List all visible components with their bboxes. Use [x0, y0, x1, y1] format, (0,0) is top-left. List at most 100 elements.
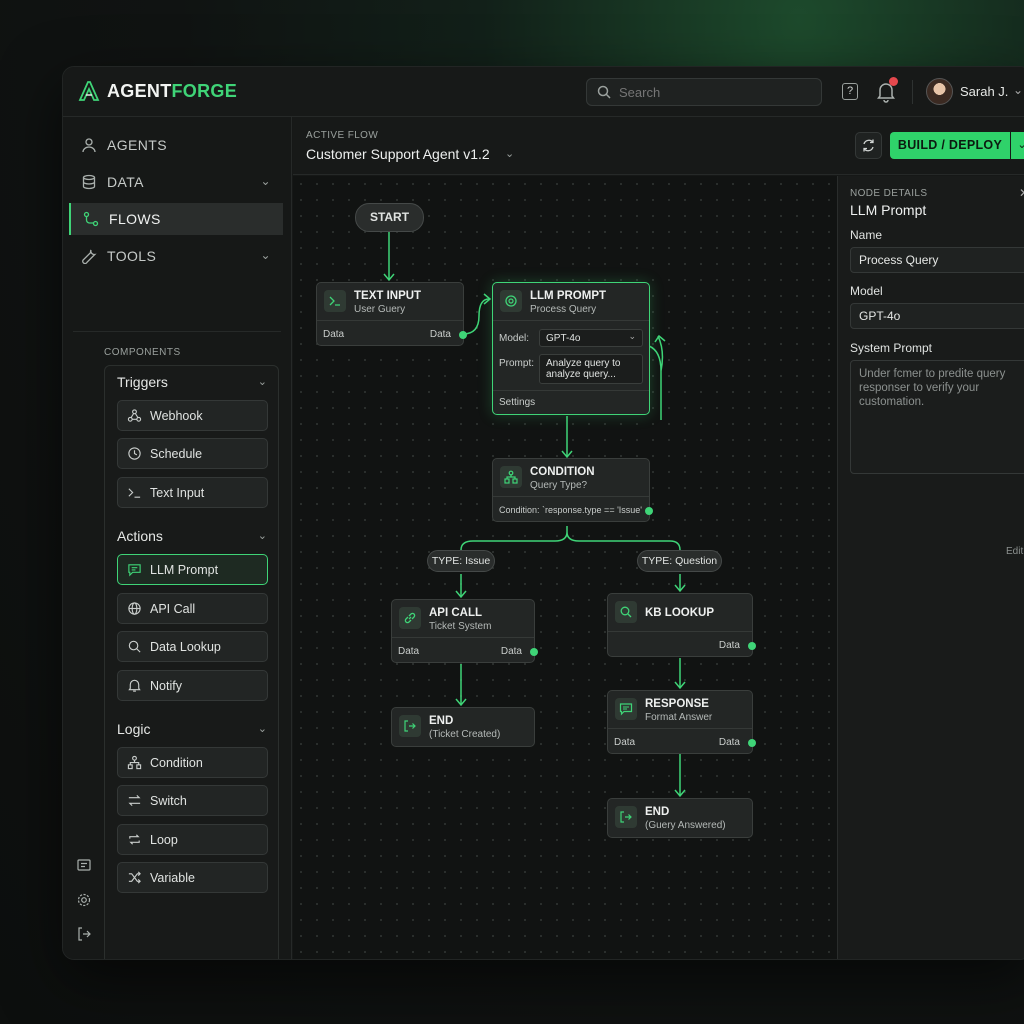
system-prompt-input[interactable]: Under fcmer to predite query responser t…	[850, 360, 1024, 474]
node-condition[interactable]: CONDITION Query Type? Condition: `respon…	[492, 458, 653, 522]
component-webhook[interactable]: Webhook	[117, 400, 268, 431]
prompt-input[interactable]: Analyze query to analyze query...	[539, 354, 643, 384]
component-loop[interactable]: Loop	[117, 824, 268, 855]
flow-canvas[interactable]: START TEXT INPUT User Guery Data Data LL…	[293, 176, 837, 959]
user-name[interactable]: Sarah J.	[960, 84, 1008, 99]
port-out-handle[interactable]	[748, 642, 756, 650]
settings-link[interactable]: Settings	[499, 397, 535, 408]
group-title: Logic	[117, 721, 151, 737]
avatar[interactable]	[926, 78, 953, 105]
nav-item-data[interactable]: DATA ⌄	[69, 166, 283, 198]
globe-icon	[128, 602, 141, 615]
nav-label-data: DATA	[107, 174, 144, 190]
gear-icon[interactable]	[76, 892, 92, 908]
model-select[interactable]: GPT-4o⌄	[539, 329, 643, 347]
component-label: Variable	[150, 870, 195, 885]
message-icon	[128, 564, 141, 577]
chevron-down-icon[interactable]: ⌄	[258, 529, 267, 542]
node-title: END	[429, 715, 454, 727]
component-label: Condition	[150, 755, 203, 770]
branch-label-question[interactable]: TYPE: Question	[637, 550, 722, 572]
port-out-handle[interactable]	[748, 739, 756, 747]
search-icon	[597, 85, 611, 99]
component-switch[interactable]: Switch	[117, 785, 268, 816]
edit-link[interactable]: Edit	[1006, 546, 1023, 557]
component-label: Loop	[150, 832, 178, 847]
node-text-input[interactable]: TEXT INPUT User Guery Data Data	[316, 282, 467, 346]
node-divider	[392, 637, 534, 638]
node-end-answered[interactable]: END (Guery Answered)	[607, 798, 753, 838]
component-label: Schedule	[150, 446, 203, 461]
port-out-handle[interactable]	[459, 331, 467, 339]
port-out-label: Data	[718, 737, 740, 748]
node-divider	[493, 320, 649, 321]
node-response[interactable]: RESPONSE Format Answer Data Data	[607, 690, 756, 754]
nav-item-agents[interactable]: AGENTS	[69, 129, 283, 161]
nav-item-flows[interactable]: FLOWS	[69, 203, 283, 235]
node-kb-lookup[interactable]: KB LOOKUP Data	[607, 593, 756, 657]
database-icon	[82, 174, 96, 190]
flow-title[interactable]: Customer Support Agent v1.2	[306, 146, 490, 162]
component-schedule[interactable]: Schedule	[117, 438, 268, 469]
edge-condition-split	[460, 526, 681, 551]
group-logic[interactable]: Logic ⌄	[117, 721, 267, 737]
close-icon[interactable]: ✕	[1019, 186, 1024, 200]
nav-item-tools[interactable]: TOOLS ⌄	[69, 240, 283, 272]
component-text-input[interactable]: Text Input	[117, 477, 268, 508]
component-label: LLM Prompt	[150, 562, 219, 577]
group-actions[interactable]: Actions ⌄	[117, 528, 267, 544]
component-condition[interactable]: Condition	[117, 747, 268, 778]
component-data-lookup[interactable]: Data Lookup	[117, 631, 268, 662]
component-label: Data Lookup	[150, 639, 221, 654]
chevron-down-icon[interactable]: ⌄	[261, 248, 271, 262]
node-api-call[interactable]: API CALL Ticket System Data Data	[391, 599, 538, 663]
group-title: Triggers	[117, 374, 168, 390]
chevron-down-icon[interactable]: ⌄	[258, 722, 267, 735]
build-deploy-button[interactable]: BUILD / DEPLOY	[890, 132, 1010, 159]
search-box[interactable]	[586, 78, 822, 106]
chevron-down-icon[interactable]: ⌄	[258, 375, 267, 388]
port-out-handle[interactable]	[645, 507, 653, 515]
link-icon	[399, 607, 421, 629]
nav-label-tools: TOOLS	[107, 248, 157, 264]
branch-icon	[500, 466, 522, 488]
node-title: KB LOOKUP	[645, 607, 714, 619]
chevron-down-icon[interactable]: ⌄	[1013, 83, 1023, 97]
name-field[interactable]	[850, 247, 1024, 273]
clock-icon	[128, 447, 141, 460]
system-prompt-label: System Prompt	[850, 341, 933, 355]
model-select[interactable]: GPT-4o⌄	[850, 303, 1024, 329]
node-divider	[608, 728, 752, 729]
search-input[interactable]	[619, 84, 799, 100]
group-triggers[interactable]: Triggers ⌄	[117, 374, 267, 390]
chevron-down-icon[interactable]: ⌄	[261, 174, 271, 188]
search-icon	[615, 601, 637, 623]
node-start[interactable]: START	[355, 203, 424, 232]
shuffle-icon	[128, 871, 141, 884]
component-notify[interactable]: Notify	[117, 670, 268, 701]
components-panel: Triggers ⌄ Webhook Schedule Text Input A…	[104, 365, 279, 959]
active-flow-label: ACTIVE FLOW	[306, 130, 379, 141]
logout-icon[interactable]	[76, 926, 92, 942]
branch-label-issue[interactable]: TYPE: Issue	[427, 550, 495, 572]
logo[interactable]: AGENTFORGE	[77, 79, 237, 103]
sidebar-divider	[73, 331, 281, 332]
components-label: COMPONENTS	[104, 347, 181, 358]
flow-icon	[83, 211, 99, 227]
component-api-call[interactable]: API Call	[117, 593, 268, 624]
refresh-button[interactable]	[855, 132, 882, 159]
edge-input-to-llm	[462, 298, 490, 335]
component-variable[interactable]: Variable	[117, 862, 268, 893]
port-out-handle[interactable]	[530, 648, 538, 656]
node-llm-prompt[interactable]: LLM PROMPT Process Query Model: GPT-4o ⌄ …	[492, 282, 650, 415]
deploy-options-button[interactable]: ⌄	[1011, 132, 1024, 159]
help-icon[interactable]: ?	[842, 83, 858, 100]
switch-arrows-icon	[128, 794, 141, 807]
messages-icon[interactable]	[76, 857, 92, 873]
agentforge-logo-icon	[78, 81, 100, 101]
node-end-ticket[interactable]: END (Ticket Created)	[391, 707, 535, 747]
node-title: API CALL	[429, 607, 483, 619]
node-title: CONDITION	[530, 466, 595, 478]
component-llm-prompt[interactable]: LLM Prompt	[117, 554, 268, 585]
chevron-down-icon[interactable]: ⌄	[505, 147, 514, 160]
